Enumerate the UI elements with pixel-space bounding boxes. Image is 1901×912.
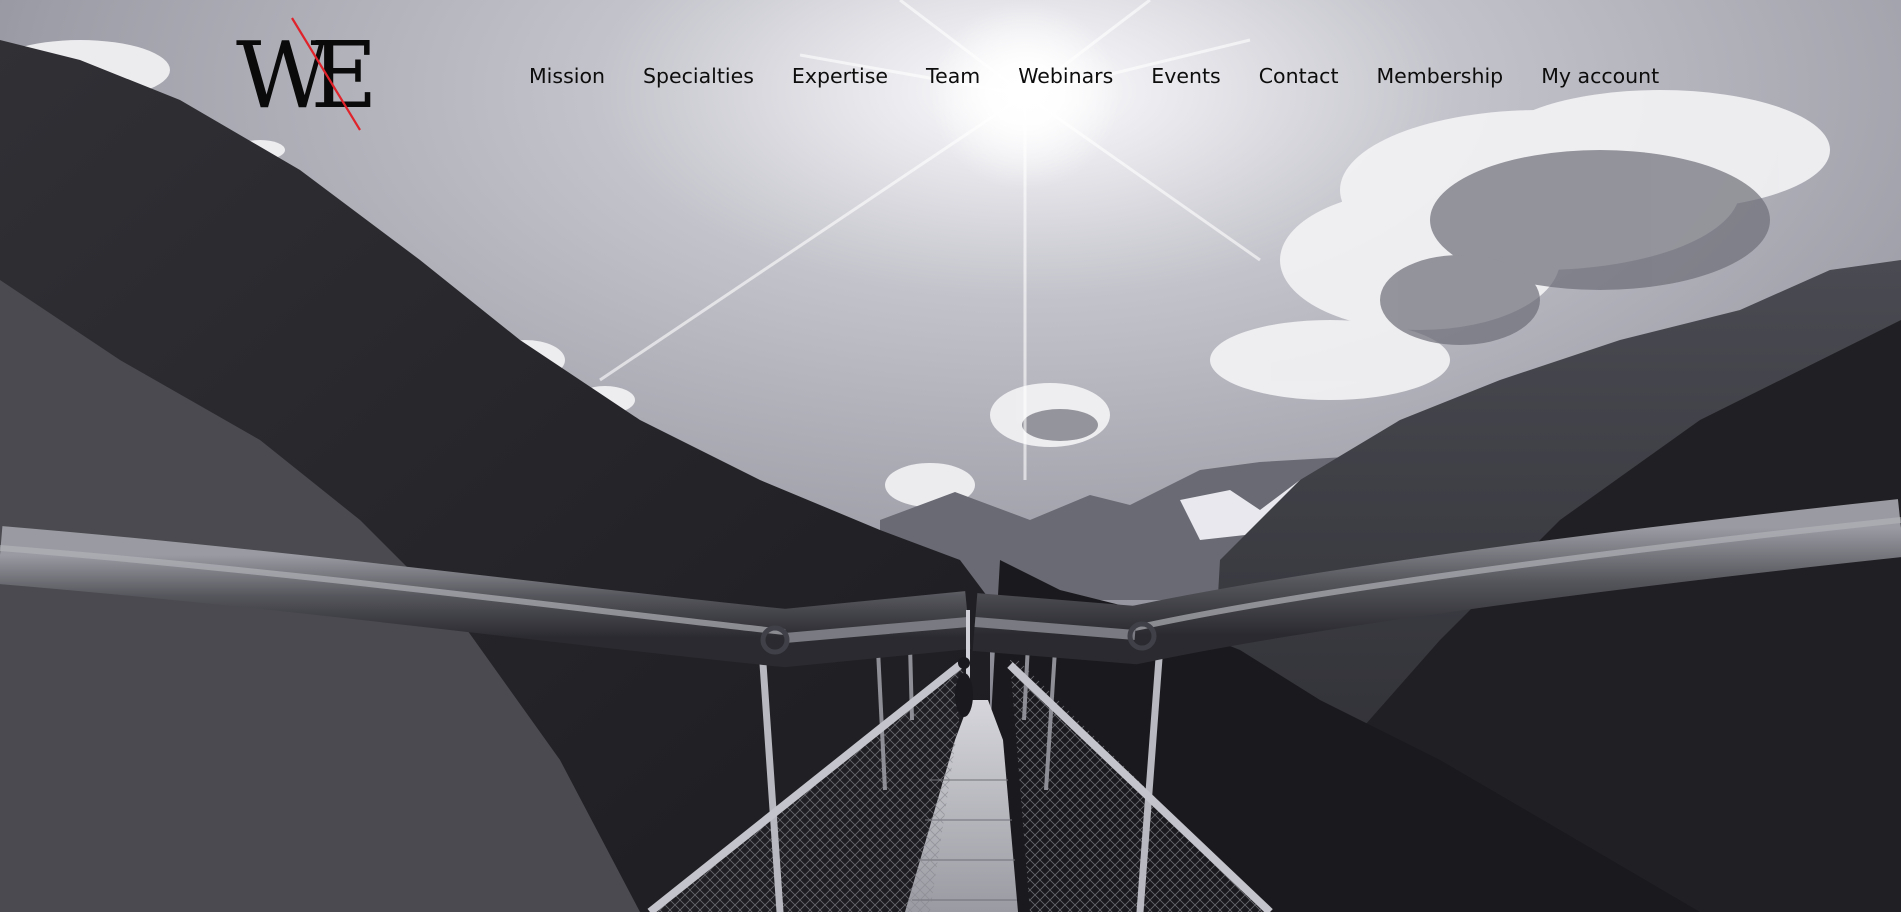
nav-my-account[interactable]: My account — [1522, 56, 1678, 96]
nav-expertise[interactable]: Expertise — [773, 56, 907, 96]
nav-contact[interactable]: Contact — [1240, 56, 1358, 96]
hero-section: WE Mission Specialties Expertise Team We… — [0, 0, 1901, 912]
nav-webinars[interactable]: Webinars — [999, 56, 1132, 96]
nav-membership[interactable]: Membership — [1357, 56, 1522, 96]
nav-mission[interactable]: Mission — [510, 56, 624, 96]
site-logo[interactable]: WE — [236, 16, 378, 134]
site-header: WE Mission Specialties Expertise Team We… — [0, 0, 1901, 140]
nav-specialties[interactable]: Specialties — [624, 56, 773, 96]
logo-slash-mark — [291, 17, 361, 131]
main-navigation: Mission Specialties Expertise Team Webin… — [510, 56, 1678, 96]
nav-team[interactable]: Team — [907, 56, 999, 96]
nav-events[interactable]: Events — [1132, 56, 1239, 96]
